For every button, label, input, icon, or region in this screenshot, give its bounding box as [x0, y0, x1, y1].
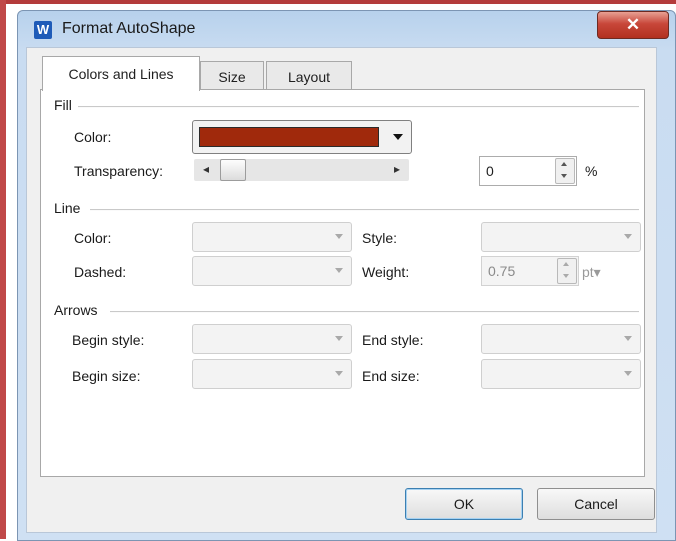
end-style-label: End style: [362, 332, 424, 348]
weight-label: Weight: [362, 264, 410, 280]
close-icon: ✕ [625, 15, 641, 34]
tab-label: Colors and Lines [68, 66, 174, 82]
end-size-combo[interactable] [481, 359, 641, 389]
spin-up-icon [563, 262, 569, 266]
weight-value: 0.75 [488, 263, 516, 279]
chevron-down-icon [624, 371, 632, 376]
begin-style-combo[interactable] [192, 324, 352, 354]
fill-color-label: Color: [74, 129, 112, 145]
line-style-label: Style: [362, 230, 398, 246]
transparency-value: 0 [486, 163, 494, 179]
end-style-combo[interactable] [481, 324, 641, 354]
fill-color-swatch [199, 127, 379, 147]
cancel-button[interactable]: Cancel [537, 488, 655, 520]
close-button[interactable]: ✕ [597, 11, 669, 39]
tab-layout[interactable]: Layout [266, 61, 352, 90]
app-icon: W [34, 21, 52, 39]
tab-colors-and-lines[interactable]: Colors and Lines [42, 56, 200, 91]
weight-unit-dropdown[interactable]: pt▾ [582, 264, 601, 281]
ok-button[interactable]: OK [405, 488, 523, 520]
dashed-combo[interactable] [192, 256, 352, 286]
spin-down-icon [561, 174, 567, 178]
section-divider [90, 209, 639, 211]
fill-color-picker[interactable] [192, 120, 412, 154]
slider-right-arrow-icon[interactable]: ▸ [394, 162, 400, 176]
chevron-down-icon [624, 336, 632, 341]
window-edge-top [0, 0, 676, 4]
transparency-spin-button[interactable] [555, 158, 575, 184]
spin-up-icon [561, 162, 567, 166]
section-divider [78, 106, 639, 108]
tab-size[interactable]: Size [200, 61, 264, 90]
tab-label: Layout [287, 69, 331, 85]
line-style-combo[interactable] [481, 222, 641, 252]
chevron-down-icon [335, 336, 343, 341]
tab-label: Size [218, 69, 246, 85]
transparency-slider-thumb[interactable] [220, 159, 246, 181]
weight-spin-button[interactable] [557, 258, 577, 284]
percent-label: % [585, 163, 598, 179]
chevron-down-icon [624, 234, 632, 239]
begin-size-label: Begin size: [72, 368, 141, 384]
line-color-combo[interactable] [192, 222, 352, 252]
line-section-label: Line [54, 200, 81, 216]
slider-left-arrow-icon[interactable]: ◂ [203, 162, 209, 176]
dialog-title: Format AutoShape [62, 20, 196, 37]
fill-section-label: Fill [54, 97, 72, 113]
begin-size-combo[interactable] [192, 359, 352, 389]
arrows-section-label: Arrows [54, 302, 98, 318]
dashed-label: Dashed: [74, 264, 127, 280]
chevron-down-icon [393, 134, 403, 140]
window-edge-left [0, 0, 6, 539]
chevron-down-icon [335, 234, 343, 239]
end-size-label: End size: [362, 368, 420, 384]
section-divider [110, 311, 639, 313]
spin-down-icon [563, 274, 569, 278]
line-color-label: Color: [74, 230, 112, 246]
chevron-down-icon [335, 268, 343, 273]
begin-style-label: Begin style: [72, 332, 145, 348]
chevron-down-icon [335, 371, 343, 376]
transparency-label: Transparency: [74, 163, 163, 179]
